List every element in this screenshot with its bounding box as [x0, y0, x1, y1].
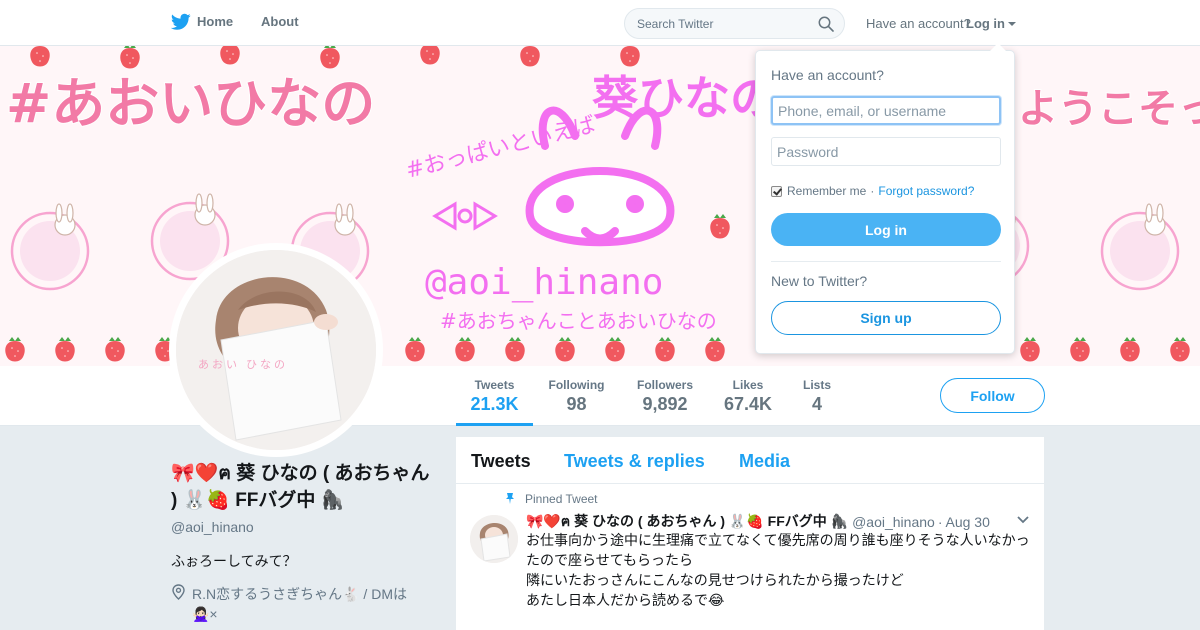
top-navigation-bar: Home About Have an account? Log in: [0, 0, 1200, 46]
new-to-twitter-text: New to Twitter?: [771, 273, 868, 289]
pinned-tweet-label: Pinned Tweet: [525, 492, 598, 506]
stat-likes[interactable]: Likes 67.4K: [718, 366, 778, 426]
tweet-text-line: たので座らせてもらったら: [526, 552, 694, 568]
banner-handle: @aoi_hinano: [425, 262, 663, 303]
stat-value: 67.4K: [723, 394, 773, 414]
login-button[interactable]: Log in: [771, 213, 1001, 246]
tweet-avatar[interactable]: [470, 515, 518, 563]
stat-value: 21.3K: [470, 394, 519, 414]
remember-me-label[interactable]: Remember me: [787, 184, 866, 198]
tweet-timestamp[interactable]: Aug 30: [945, 514, 989, 530]
dropdown-caret: [990, 43, 1006, 51]
have-account-text: Have an account?: [866, 16, 971, 31]
stat-tweets[interactable]: Tweets 21.3K: [456, 366, 533, 426]
tab-tweets[interactable]: Tweets: [471, 451, 531, 472]
banner-hashtag-left: #あおいひなの: [6, 72, 375, 135]
avatar-photo-art: [176, 250, 376, 450]
chevron-down-icon[interactable]: [1017, 515, 1029, 525]
signup-button[interactable]: Sign up: [771, 301, 1001, 335]
stat-followers[interactable]: Followers 9,892: [630, 366, 700, 426]
login-dropdown-toggle[interactable]: Log in: [966, 16, 1016, 31]
stat-lists[interactable]: Lists 4: [795, 366, 839, 426]
tweet-text: お仕事向かう途中に生理痛で立てなくて優先席の周り誰も座りそうな人いなかっ たので…: [526, 530, 1032, 610]
stat-value: 4: [811, 394, 822, 414]
search-input[interactable]: [625, 9, 805, 38]
stat-label: Following: [548, 378, 605, 392]
pin-icon: [506, 493, 514, 504]
password-field[interactable]: [771, 137, 1001, 166]
stat-label: Likes: [732, 378, 764, 392]
search-icon[interactable]: [818, 16, 834, 32]
banner-name-kanji: 葵ひなの: [592, 71, 776, 125]
twitter-bird-icon[interactable]: [171, 13, 191, 31]
forgot-password-link[interactable]: Forgot password?: [878, 184, 974, 198]
nav-about-link[interactable]: About: [261, 14, 299, 29]
profile-display-name[interactable]: 🎀❤️ฅ 葵 ひなの ( あおちゃん ) 🐰🍓 FFバグ中 🦍: [171, 460, 431, 514]
location-pin-icon: [172, 584, 185, 600]
stat-label: Followers: [636, 378, 693, 392]
chevron-down-icon: [1008, 22, 1016, 26]
tweet-avatar-art: [470, 515, 518, 563]
profile-bio: ふぉろーしてみて？: [171, 553, 297, 569]
stat-value: 98: [566, 394, 587, 414]
tab-tweets-and-replies[interactable]: Tweets & replies: [564, 451, 705, 472]
tweet-text-line: お仕事向かう途中に生理痛で立てなくて優先席の周り誰も座りそうな人いなかっ: [526, 532, 1030, 548]
profile-avatar[interactable]: あおい ひなの: [169, 243, 383, 457]
remember-row: Remember me · Forgot password?: [771, 184, 974, 198]
follow-button[interactable]: Follow: [940, 378, 1045, 413]
banner-hashtag-right: ようこそっ!: [1018, 86, 1200, 132]
login-toggle-label: Log in: [966, 16, 1005, 31]
stat-label: Lists: [802, 378, 831, 392]
stat-value: 9,892: [642, 394, 688, 414]
remember-me-checkbox[interactable]: [771, 185, 782, 197]
banner-subtag: #あおちゃんことあおいひなの: [440, 309, 717, 333]
divider: [771, 261, 1001, 262]
login-dropdown: Have an account? Remember me · Forgot pa…: [755, 50, 1015, 354]
tab-media[interactable]: Media: [739, 451, 790, 472]
timeline: Tweets Tweets & replies Media Pinned Twe…: [456, 437, 1044, 630]
search-box: [624, 8, 845, 39]
tweet-text-line: 隣にいたおっさんにこんなの見せつけられたから撮ったけど: [526, 572, 904, 588]
separator-dot: ·: [870, 184, 875, 198]
avatar-caption: あおい ひなの: [198, 359, 289, 371]
nav-home-link[interactable]: Home: [197, 14, 233, 29]
stat-label: Tweets: [474, 378, 515, 392]
tweet-author-handle[interactable]: @aoi_hinano: [852, 514, 935, 530]
tweet-separator: ·: [937, 514, 943, 530]
timeline-tabs: Tweets Tweets & replies Media: [456, 437, 1044, 484]
tweet-text-line: あたし日本人だから読めるで😂: [526, 592, 725, 608]
username-field[interactable]: [771, 96, 1001, 125]
stat-following[interactable]: Following 98: [540, 366, 613, 426]
profile-location: R.N恋するうさぎちゃん🐇 / DMは🙅🏻‍♀️×: [192, 586, 407, 622]
login-dropdown-title: Have an account?: [771, 67, 884, 83]
avatar-photo: あおい ひなの: [176, 250, 376, 450]
profile-handle[interactable]: @aoi_hinano: [171, 519, 254, 535]
